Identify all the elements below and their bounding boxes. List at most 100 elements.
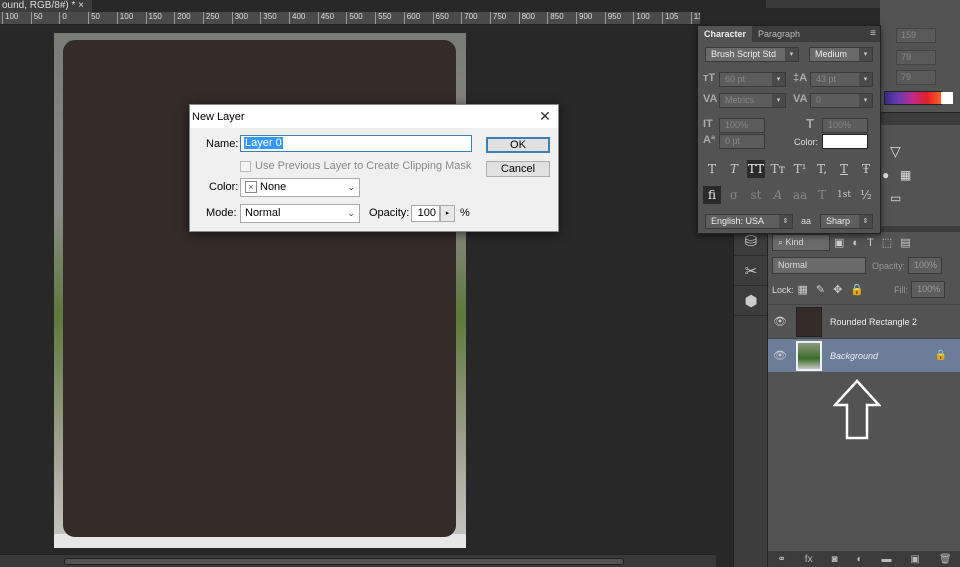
chevron-down-icon: ⌄	[347, 182, 355, 192]
opacity-slider-arrow[interactable]: ▸	[440, 205, 455, 222]
font-style-select[interactable]: Medium ▾	[809, 47, 873, 62]
ruler-tick: 100	[116, 12, 133, 24]
faux-italic-button[interactable]: T	[725, 160, 743, 178]
close-icon[interactable]: ✕	[532, 108, 558, 125]
adjustment-filter-icon[interactable]: ◐	[852, 237, 859, 249]
add-mask-icon[interactable]: ◙	[832, 554, 838, 565]
fx-icon[interactable]: fx	[805, 554, 813, 565]
layer-color-select[interactable]: × None ⌄	[240, 178, 360, 197]
clipping-mask-checkbox[interactable]: Use Previous Layer to Create Clipping Ma…	[240, 160, 471, 172]
all-caps-button[interactable]: TT	[747, 160, 765, 178]
ruler-tick: 0	[59, 12, 67, 24]
opacity-input[interactable]: 100	[411, 205, 440, 222]
layer-row-background[interactable]: 👁 Background 🔒	[768, 338, 960, 372]
type-filter-icon[interactable]: T	[867, 237, 874, 249]
lock-move-icon[interactable]: ✥	[833, 283, 842, 296]
kerning-icon: VA	[703, 93, 718, 105]
layer-name-input[interactable]: Layer 0	[240, 135, 472, 152]
font-family-select[interactable]: Brush Script Std ▾	[705, 47, 799, 62]
tracking-value: 0	[816, 95, 822, 105]
lock-pixels-icon[interactable]: ▦	[798, 283, 808, 296]
subscript-button[interactable]: T,	[813, 160, 831, 178]
ok-button[interactable]: OK	[486, 137, 550, 153]
scrollbar-thumb[interactable]	[64, 558, 624, 565]
adjustments-panel-header	[880, 113, 960, 125]
link-layers-icon[interactable]: ⚭	[777, 554, 785, 565]
tab-character[interactable]: Character	[698, 26, 753, 42]
language-select[interactable]: English: USA ⇕	[705, 214, 793, 229]
lock-brush-icon[interactable]: ✎	[816, 283, 825, 296]
lock-icon[interactable]: 🔒	[935, 350, 947, 361]
superscript-button[interactable]: T¹	[791, 160, 809, 178]
ruler-tick: 650	[432, 12, 449, 24]
ruler-tick: 550	[375, 12, 391, 24]
color-spectrum[interactable]	[884, 91, 953, 105]
horizontal-scale-field[interactable]: 100%	[822, 118, 868, 133]
dialog-title: New Layer	[192, 110, 245, 123]
visibility-eye-icon[interactable]: 👁	[768, 349, 792, 362]
chevron-down-icon: ▾	[859, 73, 872, 86]
scissors-icon[interactable]: ✂	[734, 256, 768, 286]
font-size-field[interactable]: 60 pt ▾	[719, 72, 786, 87]
new-adjustment-icon[interactable]: ◐	[857, 554, 863, 565]
ligatures-button[interactable]: fi	[703, 186, 721, 204]
ruler-tick: 150	[145, 12, 162, 24]
antialias-select[interactable]: Sharp ⇕	[820, 214, 873, 229]
horizontal-scrollbar[interactable]	[0, 554, 716, 567]
titling-alternates-button[interactable]: T	[813, 186, 831, 204]
color-value-b[interactable]: 79	[896, 70, 936, 85]
trash-icon[interactable]: 🗑	[939, 554, 952, 565]
opacity-unit: %	[460, 207, 470, 219]
leading-field[interactable]: 43 pt ▾	[810, 72, 873, 87]
tab-paragraph[interactable]: Paragraph	[752, 26, 806, 42]
tracking-field[interactable]: 0 ▾	[810, 93, 873, 108]
layer-fill-field[interactable]: 100%	[911, 281, 946, 298]
fractions-button[interactable]: ½	[857, 186, 875, 204]
up-arrow-icon	[833, 379, 881, 440]
blend-mode-select[interactable]: Normal ⌄	[240, 204, 360, 223]
gradient-map-icon[interactable]: ▭	[890, 191, 901, 205]
ruler-tick: 600	[403, 12, 420, 24]
pixel-filter-icon[interactable]: ▣	[834, 236, 844, 249]
swash-button[interactable]: A	[769, 186, 787, 204]
kerning-field[interactable]: Metrics ▾	[719, 93, 786, 108]
smart-object-filter-icon[interactable]: ▤	[900, 236, 910, 249]
layer-opacity-field[interactable]: 100%	[908, 257, 943, 274]
faux-bold-button[interactable]: T	[703, 160, 721, 178]
baseline-shift-field[interactable]: 0 pt	[719, 134, 765, 149]
strikethrough-button[interactable]: Ŧ	[857, 160, 875, 178]
small-caps-button[interactable]: Tт	[769, 160, 787, 178]
opacity-label: Opacity:	[369, 207, 410, 219]
shape-filter-icon[interactable]: ⬚	[882, 236, 892, 249]
new-layer-icon[interactable]: ▣	[910, 554, 919, 565]
stylistic-alternates-button[interactable]: aa	[791, 186, 809, 204]
lock-all-icon[interactable]: 🔒	[850, 283, 864, 296]
document-tab[interactable]: ound, RGB/8#) * ×	[0, 0, 92, 12]
color-value-g[interactable]: 79	[896, 50, 936, 65]
triangle-icon[interactable]: ▽	[890, 143, 901, 160]
new-group-icon[interactable]: ▬	[881, 554, 891, 565]
close-icon[interactable]: ×	[78, 0, 84, 11]
blend-mode-select[interactable]: Normal	[772, 257, 866, 274]
ordinals-button[interactable]: 1st	[835, 186, 853, 204]
channel-mixer-icon[interactable]: ●	[882, 168, 889, 182]
discretionary-ligatures-button[interactable]: st	[747, 186, 765, 204]
ruler-tick: 50	[30, 12, 43, 24]
character-panel: Character Paragraph ≡ Brush Script Std ▾ …	[697, 25, 881, 234]
checkbox-box	[240, 160, 251, 172]
color-lookup-icon[interactable]: ▦	[900, 168, 911, 182]
blend-mode-value: Normal	[245, 207, 281, 219]
old-style-button[interactable]: σ	[725, 186, 743, 204]
panel-menu-icon[interactable]: ≡	[866, 26, 880, 42]
layer-row-rounded-rectangle[interactable]: 👁 Rounded Rectangle 2	[768, 304, 960, 338]
vertical-scale-field[interactable]: 100%	[719, 118, 765, 133]
cancel-button[interactable]: Cancel	[486, 161, 550, 177]
visibility-eye-icon[interactable]: 👁	[768, 315, 792, 328]
3d-cube-icon[interactable]: ⬢	[734, 286, 768, 316]
leading-icon: ‡A	[793, 72, 808, 84]
ruler-tick: 100	[2, 12, 18, 24]
text-color-swatch[interactable]	[822, 134, 868, 149]
layer-filter-kind[interactable]: ⌕ Kind	[772, 234, 830, 251]
underline-button[interactable]: T	[835, 160, 853, 178]
color-value-r[interactable]: 159	[896, 28, 936, 43]
